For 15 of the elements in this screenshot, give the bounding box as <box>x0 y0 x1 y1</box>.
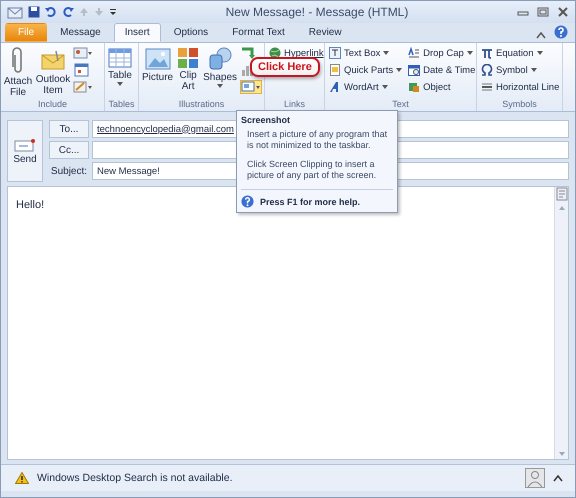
group-label: Links <box>282 99 306 111</box>
group-label: Include <box>36 99 68 111</box>
group-label: Text <box>391 99 410 111</box>
group-label: Tables <box>107 99 136 111</box>
callout-bubble: Click Here <box>250 57 320 77</box>
window-title: New Message! - Message (HTML) <box>224 5 410 19</box>
status-message: Windows Desktop Search is not available. <box>37 472 233 484</box>
body-text: Hello! <box>16 199 44 211</box>
tooltip-title: Screenshot <box>241 115 292 125</box>
group-label: Illustrations <box>178 99 226 111</box>
tooltip-text: Click Screen Clipping to insert a picture of any part of the screen. <box>247 159 378 181</box>
help-text: Press F1 for more help. <box>260 196 360 206</box>
tooltip-text: Insert a picture of any program that is not minimized to the taskbar. <box>247 129 388 151</box>
subject-label: Subject: <box>50 166 88 176</box>
group-label: Symbols <box>501 99 538 111</box>
